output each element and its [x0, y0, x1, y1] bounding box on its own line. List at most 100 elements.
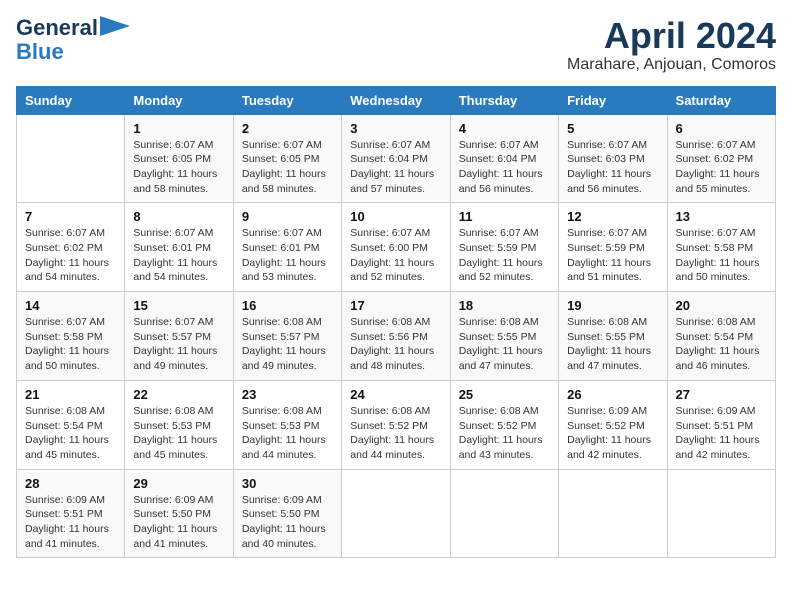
day-number: 13: [676, 209, 767, 224]
day-number: 12: [567, 209, 658, 224]
day-number: 7: [25, 209, 116, 224]
calendar-cell: 24 Sunrise: 6:08 AM Sunset: 5:52 PM Dayli…: [342, 380, 450, 469]
calendar-cell: [17, 114, 125, 203]
day-number: 9: [242, 209, 333, 224]
day-info: Sunrise: 6:08 AM Sunset: 5:54 PM Dayligh…: [25, 404, 116, 463]
day-number: 6: [676, 121, 767, 136]
calendar-week-row: 14 Sunrise: 6:07 AM Sunset: 5:58 PM Dayli…: [17, 292, 776, 381]
day-info: Sunrise: 6:07 AM Sunset: 6:05 PM Dayligh…: [242, 138, 333, 197]
calendar-cell: 6 Sunrise: 6:07 AM Sunset: 6:02 PM Daylig…: [667, 114, 775, 203]
day-number: 23: [242, 387, 333, 402]
calendar-cell: [450, 469, 558, 558]
day-number: 8: [133, 209, 224, 224]
calendar-cell: 7Sunrise: 6:07 AM Sunset: 6:02 PM Daylig…: [17, 203, 125, 292]
day-info: Sunrise: 6:08 AM Sunset: 5:56 PM Dayligh…: [350, 315, 441, 374]
day-info: Sunrise: 6:08 AM Sunset: 5:55 PM Dayligh…: [567, 315, 658, 374]
calendar-cell: 26 Sunrise: 6:09 AM Sunset: 5:52 PM Dayli…: [559, 380, 667, 469]
day-number: 1: [133, 121, 224, 136]
calendar-cell: [342, 469, 450, 558]
day-number: 4: [459, 121, 550, 136]
calendar-cell: 12 Sunrise: 6:07 AM Sunset: 5:59 PM Dayli…: [559, 203, 667, 292]
weekday-header: Sunday: [17, 86, 125, 114]
logo-arrow-icon: [100, 16, 130, 36]
calendar-cell: 16Sunrise: 6:08 AM Sunset: 5:57 PM Dayli…: [233, 292, 341, 381]
day-info: Sunrise: 6:08 AM Sunset: 5:52 PM Dayligh…: [350, 404, 441, 463]
day-info: Sunrise: 6:07 AM Sunset: 6:00 PM Dayligh…: [350, 226, 441, 285]
calendar-cell: 2 Sunrise: 6:07 AM Sunset: 6:05 PM Daylig…: [233, 114, 341, 203]
page-header: General Blue April 2024 Marahare, Anjoua…: [16, 16, 776, 74]
calendar-week-row: 28Sunrise: 6:09 AM Sunset: 5:51 PM Dayli…: [17, 469, 776, 558]
day-info: Sunrise: 6:07 AM Sunset: 5:59 PM Dayligh…: [459, 226, 550, 285]
weekday-header: Saturday: [667, 86, 775, 114]
day-number: 26: [567, 387, 658, 402]
day-info: Sunrise: 6:07 AM Sunset: 5:59 PM Dayligh…: [567, 226, 658, 285]
day-number: 2: [242, 121, 333, 136]
day-info: Sunrise: 6:09 AM Sunset: 5:50 PM Dayligh…: [133, 493, 224, 552]
calendar-cell: 19Sunrise: 6:08 AM Sunset: 5:55 PM Dayli…: [559, 292, 667, 381]
weekday-header: Wednesday: [342, 86, 450, 114]
day-number: 20: [676, 298, 767, 313]
calendar-cell: 27 Sunrise: 6:09 AM Sunset: 5:51 PM Dayli…: [667, 380, 775, 469]
day-number: 24: [350, 387, 441, 402]
day-number: 22: [133, 387, 224, 402]
day-info: Sunrise: 6:07 AM Sunset: 6:04 PM Dayligh…: [459, 138, 550, 197]
calendar-body: 1 Sunrise: 6:07 AM Sunset: 6:05 PM Daylig…: [17, 114, 776, 558]
day-number: 27: [676, 387, 767, 402]
day-info: Sunrise: 6:08 AM Sunset: 5:53 PM Dayligh…: [242, 404, 333, 463]
calendar-cell: 17 Sunrise: 6:08 AM Sunset: 5:56 PM Dayli…: [342, 292, 450, 381]
calendar-cell: 13 Sunrise: 6:07 AM Sunset: 5:58 PM Dayli…: [667, 203, 775, 292]
day-info: Sunrise: 6:07 AM Sunset: 5:58 PM Dayligh…: [25, 315, 116, 374]
calendar-cell: [559, 469, 667, 558]
day-info: Sunrise: 6:09 AM Sunset: 5:50 PM Dayligh…: [242, 493, 333, 552]
calendar-cell: 15 Sunrise: 6:07 AM Sunset: 5:57 PM Dayli…: [125, 292, 233, 381]
calendar-cell: 8 Sunrise: 6:07 AM Sunset: 6:01 PM Daylig…: [125, 203, 233, 292]
logo-blue-text: Blue: [16, 40, 64, 64]
weekday-header: Monday: [125, 86, 233, 114]
day-number: 29: [133, 476, 224, 491]
day-number: 30: [242, 476, 333, 491]
calendar-week-row: 21Sunrise: 6:08 AM Sunset: 5:54 PM Dayli…: [17, 380, 776, 469]
weekday-header: Thursday: [450, 86, 558, 114]
day-number: 5: [567, 121, 658, 136]
calendar-cell: 25 Sunrise: 6:08 AM Sunset: 5:52 PM Dayli…: [450, 380, 558, 469]
calendar-cell: 11 Sunrise: 6:07 AM Sunset: 5:59 PM Dayli…: [450, 203, 558, 292]
day-info: Sunrise: 6:08 AM Sunset: 5:52 PM Dayligh…: [459, 404, 550, 463]
calendar-cell: 1 Sunrise: 6:07 AM Sunset: 6:05 PM Daylig…: [125, 114, 233, 203]
logo-text: General: [16, 16, 98, 40]
day-info: Sunrise: 6:07 AM Sunset: 6:03 PM Dayligh…: [567, 138, 658, 197]
calendar-cell: 20 Sunrise: 6:08 AM Sunset: 5:54 PM Dayli…: [667, 292, 775, 381]
day-number: 17: [350, 298, 441, 313]
calendar-cell: 22 Sunrise: 6:08 AM Sunset: 5:53 PM Dayli…: [125, 380, 233, 469]
day-number: 18: [459, 298, 550, 313]
calendar-cell: 23 Sunrise: 6:08 AM Sunset: 5:53 PM Dayli…: [233, 380, 341, 469]
day-number: 16: [242, 298, 333, 313]
day-info: Sunrise: 6:07 AM Sunset: 6:02 PM Dayligh…: [676, 138, 767, 197]
weekday-header: Friday: [559, 86, 667, 114]
location-title: Marahare, Anjouan, Comoros: [567, 56, 776, 74]
calendar-cell: 14 Sunrise: 6:07 AM Sunset: 5:58 PM Dayli…: [17, 292, 125, 381]
calendar-header-row: SundayMondayTuesdayWednesdayThursdayFrid…: [17, 86, 776, 114]
day-info: Sunrise: 6:08 AM Sunset: 5:54 PM Dayligh…: [676, 315, 767, 374]
calendar-cell: 18 Sunrise: 6:08 AM Sunset: 5:55 PM Dayli…: [450, 292, 558, 381]
day-info: Sunrise: 6:07 AM Sunset: 5:57 PM Dayligh…: [133, 315, 224, 374]
day-info: Sunrise: 6:07 AM Sunset: 6:01 PM Dayligh…: [133, 226, 224, 285]
day-number: 15: [133, 298, 224, 313]
day-number: 14: [25, 298, 116, 313]
day-info: Sunrise: 6:08 AM Sunset: 5:55 PM Dayligh…: [459, 315, 550, 374]
day-number: 3: [350, 121, 441, 136]
calendar-cell: 9Sunrise: 6:07 AM Sunset: 6:01 PM Daylig…: [233, 203, 341, 292]
day-info: Sunrise: 6:08 AM Sunset: 5:53 PM Dayligh…: [133, 404, 224, 463]
calendar-table: SundayMondayTuesdayWednesdayThursdayFrid…: [16, 86, 776, 559]
day-info: Sunrise: 6:07 AM Sunset: 5:58 PM Dayligh…: [676, 226, 767, 285]
day-info: Sunrise: 6:07 AM Sunset: 6:04 PM Dayligh…: [350, 138, 441, 197]
calendar-week-row: 1 Sunrise: 6:07 AM Sunset: 6:05 PM Daylig…: [17, 114, 776, 203]
calendar-cell: [667, 469, 775, 558]
calendar-cell: 3 Sunrise: 6:07 AM Sunset: 6:04 PM Daylig…: [342, 114, 450, 203]
calendar-cell: 28Sunrise: 6:09 AM Sunset: 5:51 PM Dayli…: [17, 469, 125, 558]
day-number: 25: [459, 387, 550, 402]
day-info: Sunrise: 6:07 AM Sunset: 6:05 PM Dayligh…: [133, 138, 224, 197]
day-info: Sunrise: 6:09 AM Sunset: 5:51 PM Dayligh…: [676, 404, 767, 463]
day-info: Sunrise: 6:09 AM Sunset: 5:52 PM Dayligh…: [567, 404, 658, 463]
calendar-cell: 4 Sunrise: 6:07 AM Sunset: 6:04 PM Daylig…: [450, 114, 558, 203]
day-number: 11: [459, 209, 550, 224]
